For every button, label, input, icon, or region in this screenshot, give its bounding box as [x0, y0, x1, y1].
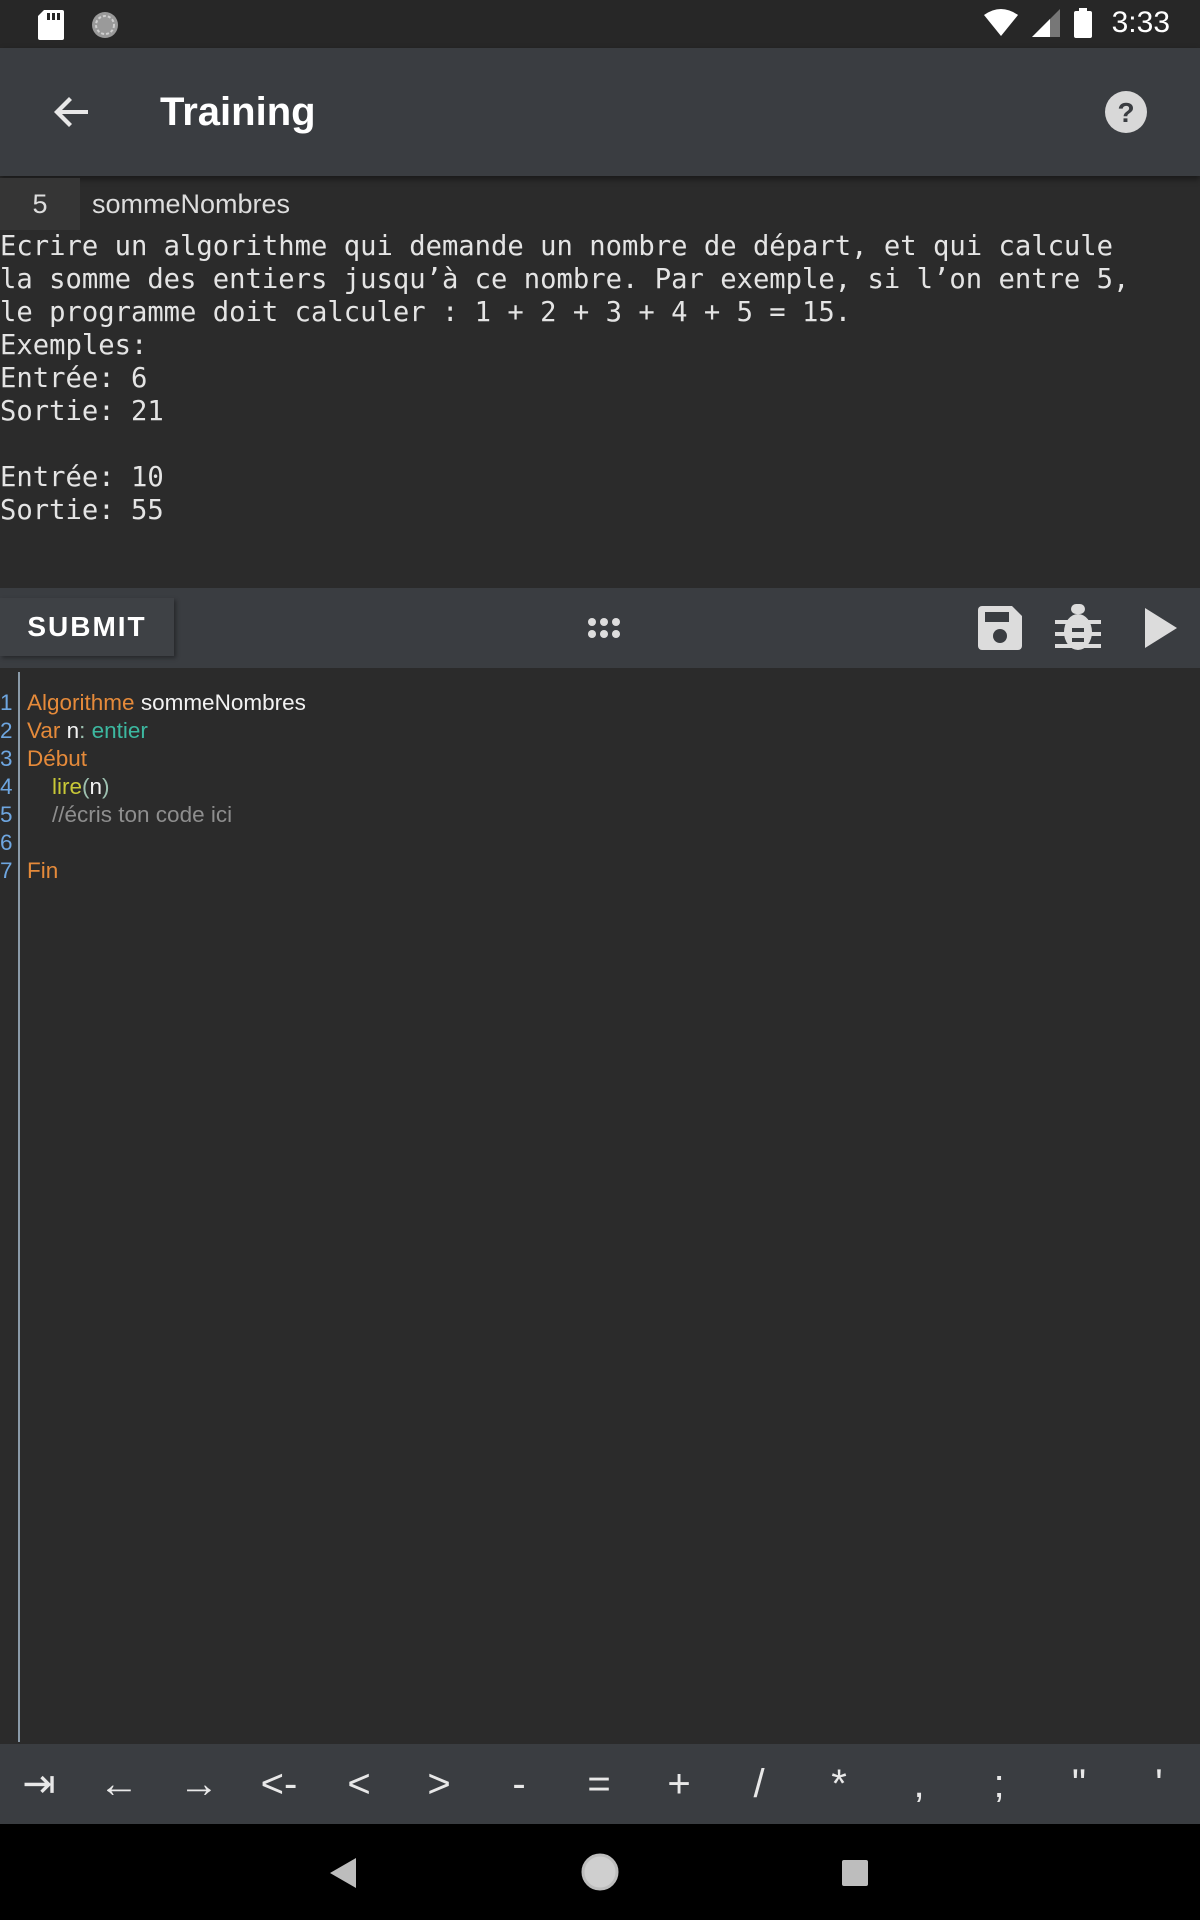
status-bar: 3:33: [0, 0, 1200, 48]
battery-icon: [1073, 8, 1092, 38]
left-arrow-key[interactable]: ←: [79, 1744, 159, 1824]
code-token: Algorithme: [27, 690, 135, 715]
problem-header: 5 sommeNombres: [0, 178, 1200, 230]
code-token: n: [89, 774, 103, 799]
signal-icon: [1031, 9, 1060, 37]
double-quote-key[interactable]: ": [1039, 1744, 1119, 1824]
code-token: n: [66, 718, 80, 743]
minus-key[interactable]: -: [479, 1744, 559, 1824]
app-bar: Training ?: [0, 48, 1200, 176]
code-text: //écris ton code ici: [27, 802, 232, 828]
nav-home-icon[interactable]: [580, 1852, 620, 1892]
code-text: lire(n): [27, 774, 110, 800]
code-token: lire: [52, 774, 83, 799]
problem-name: sommeNombres: [92, 189, 291, 219]
equals-key[interactable]: =: [559, 1744, 639, 1824]
svg-text:?: ?: [1117, 97, 1134, 128]
code-text: Var n: entier: [27, 718, 148, 744]
line-number: 6: [0, 830, 13, 855]
code-token: Début: [27, 746, 88, 771]
editor-toolbar: SUBMIT: [0, 588, 1200, 668]
code-token: ): [102, 774, 110, 799]
code-token: entier: [91, 718, 148, 743]
line-number: 7: [0, 858, 13, 883]
asterisk-key[interactable]: *: [799, 1744, 879, 1824]
more-dots-icon[interactable]: [587, 616, 621, 640]
code-text: Début: [27, 746, 87, 772]
save-icon[interactable]: [978, 606, 1022, 650]
slash-key[interactable]: /: [719, 1744, 799, 1824]
code-token: //écris ton code ici: [52, 802, 233, 827]
page-title: Training: [160, 90, 316, 134]
code-token: sommeNombres: [140, 690, 306, 715]
debug-bug-icon[interactable]: [1055, 604, 1101, 652]
semicolon-key[interactable]: ;: [959, 1744, 1039, 1824]
single-quote-key[interactable]: ': [1119, 1744, 1199, 1824]
less-than-key[interactable]: <: [319, 1744, 399, 1824]
line-number: 4: [0, 774, 13, 799]
play-icon[interactable]: [1145, 608, 1177, 648]
plus-key[interactable]: +: [639, 1744, 719, 1824]
wifi-icon: [983, 9, 1018, 36]
assign-key[interactable]: <-: [239, 1744, 319, 1824]
nav-back-icon[interactable]: [330, 1858, 356, 1888]
clock: 3:33: [1111, 6, 1170, 39]
line-number: 5: [0, 802, 13, 827]
help-icon[interactable]: ?: [1104, 90, 1148, 134]
line-number: 2: [0, 718, 13, 743]
line-number: 3: [0, 746, 13, 771]
code-editor[interactable]: 1 Algorithme sommeNombres 2 Var n: entier 3 D…: [0, 668, 1200, 1744]
greater-than-key[interactable]: >: [399, 1744, 479, 1824]
line-number: 1: [0, 690, 13, 715]
code-text: Fin: [27, 858, 58, 884]
problem-description: Ecrire un algorithme qui demande un nomb…: [0, 231, 1130, 526]
nav-recents-icon[interactable]: [842, 1860, 868, 1886]
sd-card-icon: [38, 10, 64, 40]
system-nav-bar: [0, 1824, 1200, 1920]
code-token: Fin: [27, 858, 59, 883]
code-token: Var: [27, 718, 61, 743]
symbol-key-bar: ⇥ ← → <- < > - = + / *,; " ': [0, 1744, 1200, 1824]
arrow-back-icon[interactable]: [48, 88, 96, 136]
problem-number: 5: [0, 178, 80, 230]
code-token: :: [79, 718, 92, 743]
submit-button[interactable]: SUBMIT: [0, 598, 174, 656]
gutter-divider: [18, 672, 20, 1742]
tab-key[interactable]: ⇥: [0, 1744, 79, 1824]
right-arrow-key[interactable]: →: [159, 1744, 239, 1824]
sync-icon: [92, 12, 118, 38]
comma-key[interactable]: ,: [879, 1744, 959, 1824]
code-token: (: [82, 774, 90, 799]
code-text: Algorithme sommeNombres: [27, 690, 306, 716]
